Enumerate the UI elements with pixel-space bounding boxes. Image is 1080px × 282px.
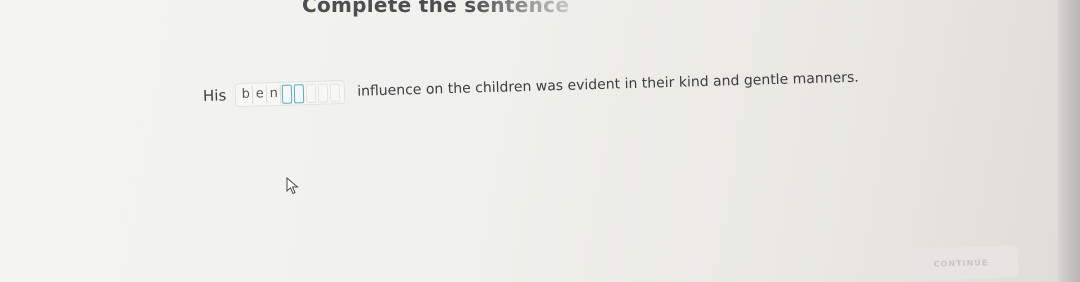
active-letter-slot[interactable]: [281, 84, 293, 104]
continue-button[interactable]: CONTINUE: [903, 245, 1019, 281]
letter-box: b: [239, 85, 254, 104]
page-title: Complete the sentence: [302, 0, 570, 17]
letter-slot[interactable]: [305, 83, 317, 103]
sentence-after: influence on the children was evident in…: [356, 69, 859, 100]
sentence-before: His: [202, 86, 227, 105]
letter-box: e: [252, 85, 268, 104]
mouse-pointer-icon: [286, 177, 299, 195]
letter-box: n: [266, 84, 282, 104]
sentence: His b e n influence on the children was …: [203, 66, 859, 108]
letter-slot[interactable]: [317, 83, 329, 103]
screen: Complete the sentence His b e n influenc…: [0, 0, 1080, 282]
letter-slot[interactable]: [329, 82, 341, 102]
answer-input[interactable]: b e n: [234, 80, 346, 108]
active-letter-slot[interactable]: [293, 83, 305, 103]
monitor-bezel: [1058, 0, 1080, 282]
